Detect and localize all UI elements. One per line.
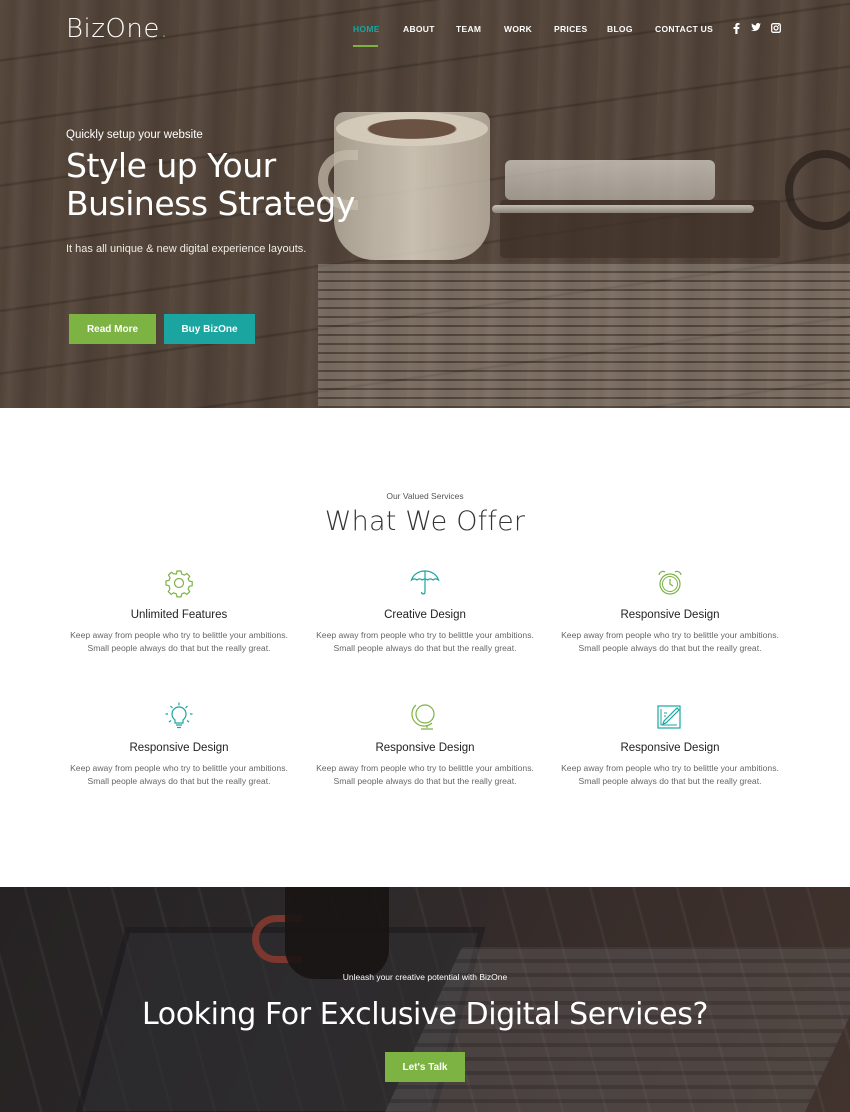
brand-name: BizOne <box>66 14 160 44</box>
service-text: Keep away from people who try to belittl… <box>70 630 288 653</box>
service-text: Keep away from people who try to belittl… <box>561 630 779 653</box>
facebook-icon[interactable] <box>733 23 740 36</box>
service-card: Responsive Design Keep away from people … <box>555 568 785 654</box>
design-board-icon <box>657 705 681 729</box>
nav-item-team[interactable]: TEAM <box>456 24 481 34</box>
service-title: Responsive Design <box>375 742 475 754</box>
coffee-cup-top-image <box>336 112 488 146</box>
phone-image <box>505 160 715 200</box>
cta-title: Looking For Exclusive Digital Services? <box>141 997 708 1032</box>
service-card: Responsive Design Keep away from people … <box>64 701 294 787</box>
service-title: Creative Design <box>384 609 466 621</box>
service-card: Unlimited Features Keep away from people… <box>64 568 294 654</box>
hero-kicker: Quickly setup your website <box>66 129 203 141</box>
hero-subtitle: It has all unique & new digital experien… <box>66 243 307 255</box>
service-card: Responsive Design Keep away from people … <box>310 701 540 787</box>
globe-icon <box>411 704 435 730</box>
read-more-button[interactable]: Read More <box>69 314 156 344</box>
services-kicker: Our Valued Services <box>386 491 464 501</box>
newspaper-image <box>318 262 850 408</box>
service-title: Responsive Design <box>620 609 720 621</box>
nav-item-blog[interactable]: BLOG <box>607 24 633 34</box>
hero-section: BizOne. HOME ABOUT TEAM WORK PRICES BLOG… <box>0 0 850 408</box>
nav-item-work[interactable]: WORK <box>504 24 532 34</box>
lets-talk-button[interactable]: Let's Talk <box>385 1052 465 1082</box>
gear-icon <box>165 570 193 598</box>
brand-logo[interactable]: BizOne. <box>66 14 169 44</box>
nav-item-prices[interactable]: PRICES <box>554 24 587 34</box>
lightbulb-icon <box>165 702 193 729</box>
service-title: Unlimited Features <box>130 609 228 621</box>
service-card: Responsive Design Keep away from people … <box>555 701 785 787</box>
active-nav-underline <box>353 45 378 47</box>
twitter-icon[interactable] <box>751 23 761 34</box>
umbrella-icon <box>410 570 440 595</box>
nav-item-home[interactable]: HOME <box>353 24 380 34</box>
buy-bizone-button[interactable]: Buy BizOne <box>164 314 255 344</box>
alarm-clock-icon <box>658 570 682 595</box>
service-text: Keep away from people who try to belittl… <box>561 763 779 786</box>
mug-image <box>285 887 389 979</box>
services-title: What We Offer <box>324 506 526 537</box>
service-title: Responsive Design <box>129 742 229 754</box>
top-navigation: BizOne. HOME ABOUT TEAM WORK PRICES BLOG… <box>0 0 850 60</box>
service-text: Keep away from people who try to belittl… <box>316 630 534 653</box>
service-text: Keep away from people who try to belittl… <box>70 763 288 786</box>
nav-item-about[interactable]: ABOUT <box>403 24 435 34</box>
service-text: Keep away from people who try to belittl… <box>316 763 534 786</box>
service-card: Creative Design Keep away from people wh… <box>310 568 540 654</box>
instagram-icon[interactable] <box>771 23 781 35</box>
service-title: Responsive Design <box>620 742 720 754</box>
brand-dot: . <box>159 14 169 44</box>
hero-title: Style up Your Business Strategy <box>66 146 355 223</box>
cta-kicker: Unleash your creative potential with Biz… <box>342 972 508 982</box>
nav-item-contact-us[interactable]: CONTACT US <box>655 24 713 34</box>
pen-image <box>492 205 754 213</box>
